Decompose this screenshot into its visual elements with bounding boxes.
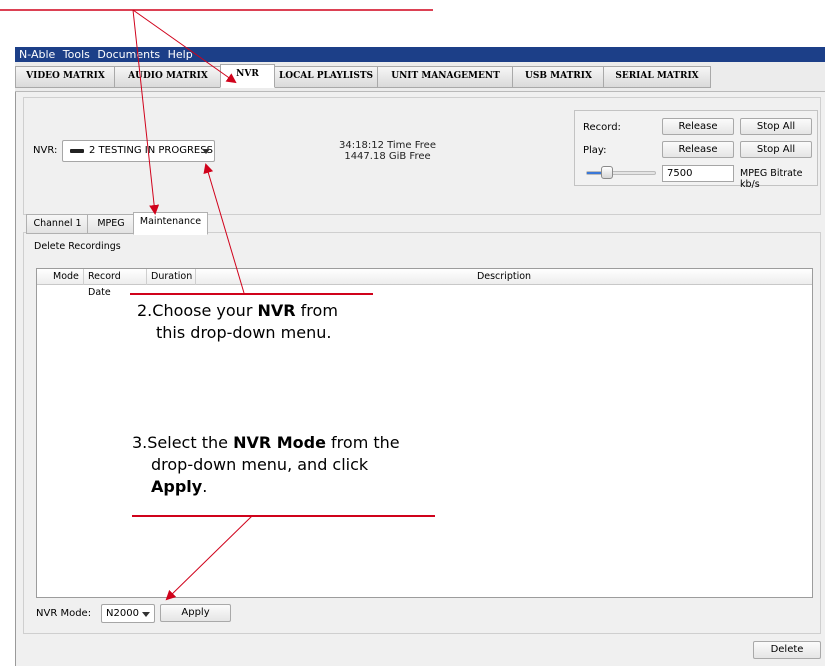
step2-text-c: from [295,301,338,320]
step2-number: 2. [137,301,153,320]
arrow-to-nvr-dropdown [203,163,245,294]
step3-text-bold: NVR Mode [233,433,326,452]
step2-line2: this drop-down menu. [156,323,332,342]
step2-text-a: Choose your [152,301,258,320]
arrow-to-nvr-tab [132,9,237,84]
arrow-to-maintenance-tab [132,9,160,215]
annotation-underline-3 [132,515,435,517]
step2-text-bold: NVR [257,301,296,320]
step3-text-c: from the [325,433,400,452]
annotation-arrows [0,9,433,601]
annotation-step-3: 3.Select the NVR Mode from the drop-down… [132,432,400,498]
annotation-underline-2 [130,293,373,295]
annotation-step-2: 2.Choose your NVR from this drop-down me… [137,300,338,344]
step3-line2: drop-down menu, and click [151,455,369,474]
step3-number: 3. [132,433,148,452]
step3-text-a: Select the [147,433,234,452]
arrow-to-nvr-mode [165,515,253,601]
step3-line3-end: . [202,477,208,496]
step3-line3-bold: Apply [151,477,203,496]
